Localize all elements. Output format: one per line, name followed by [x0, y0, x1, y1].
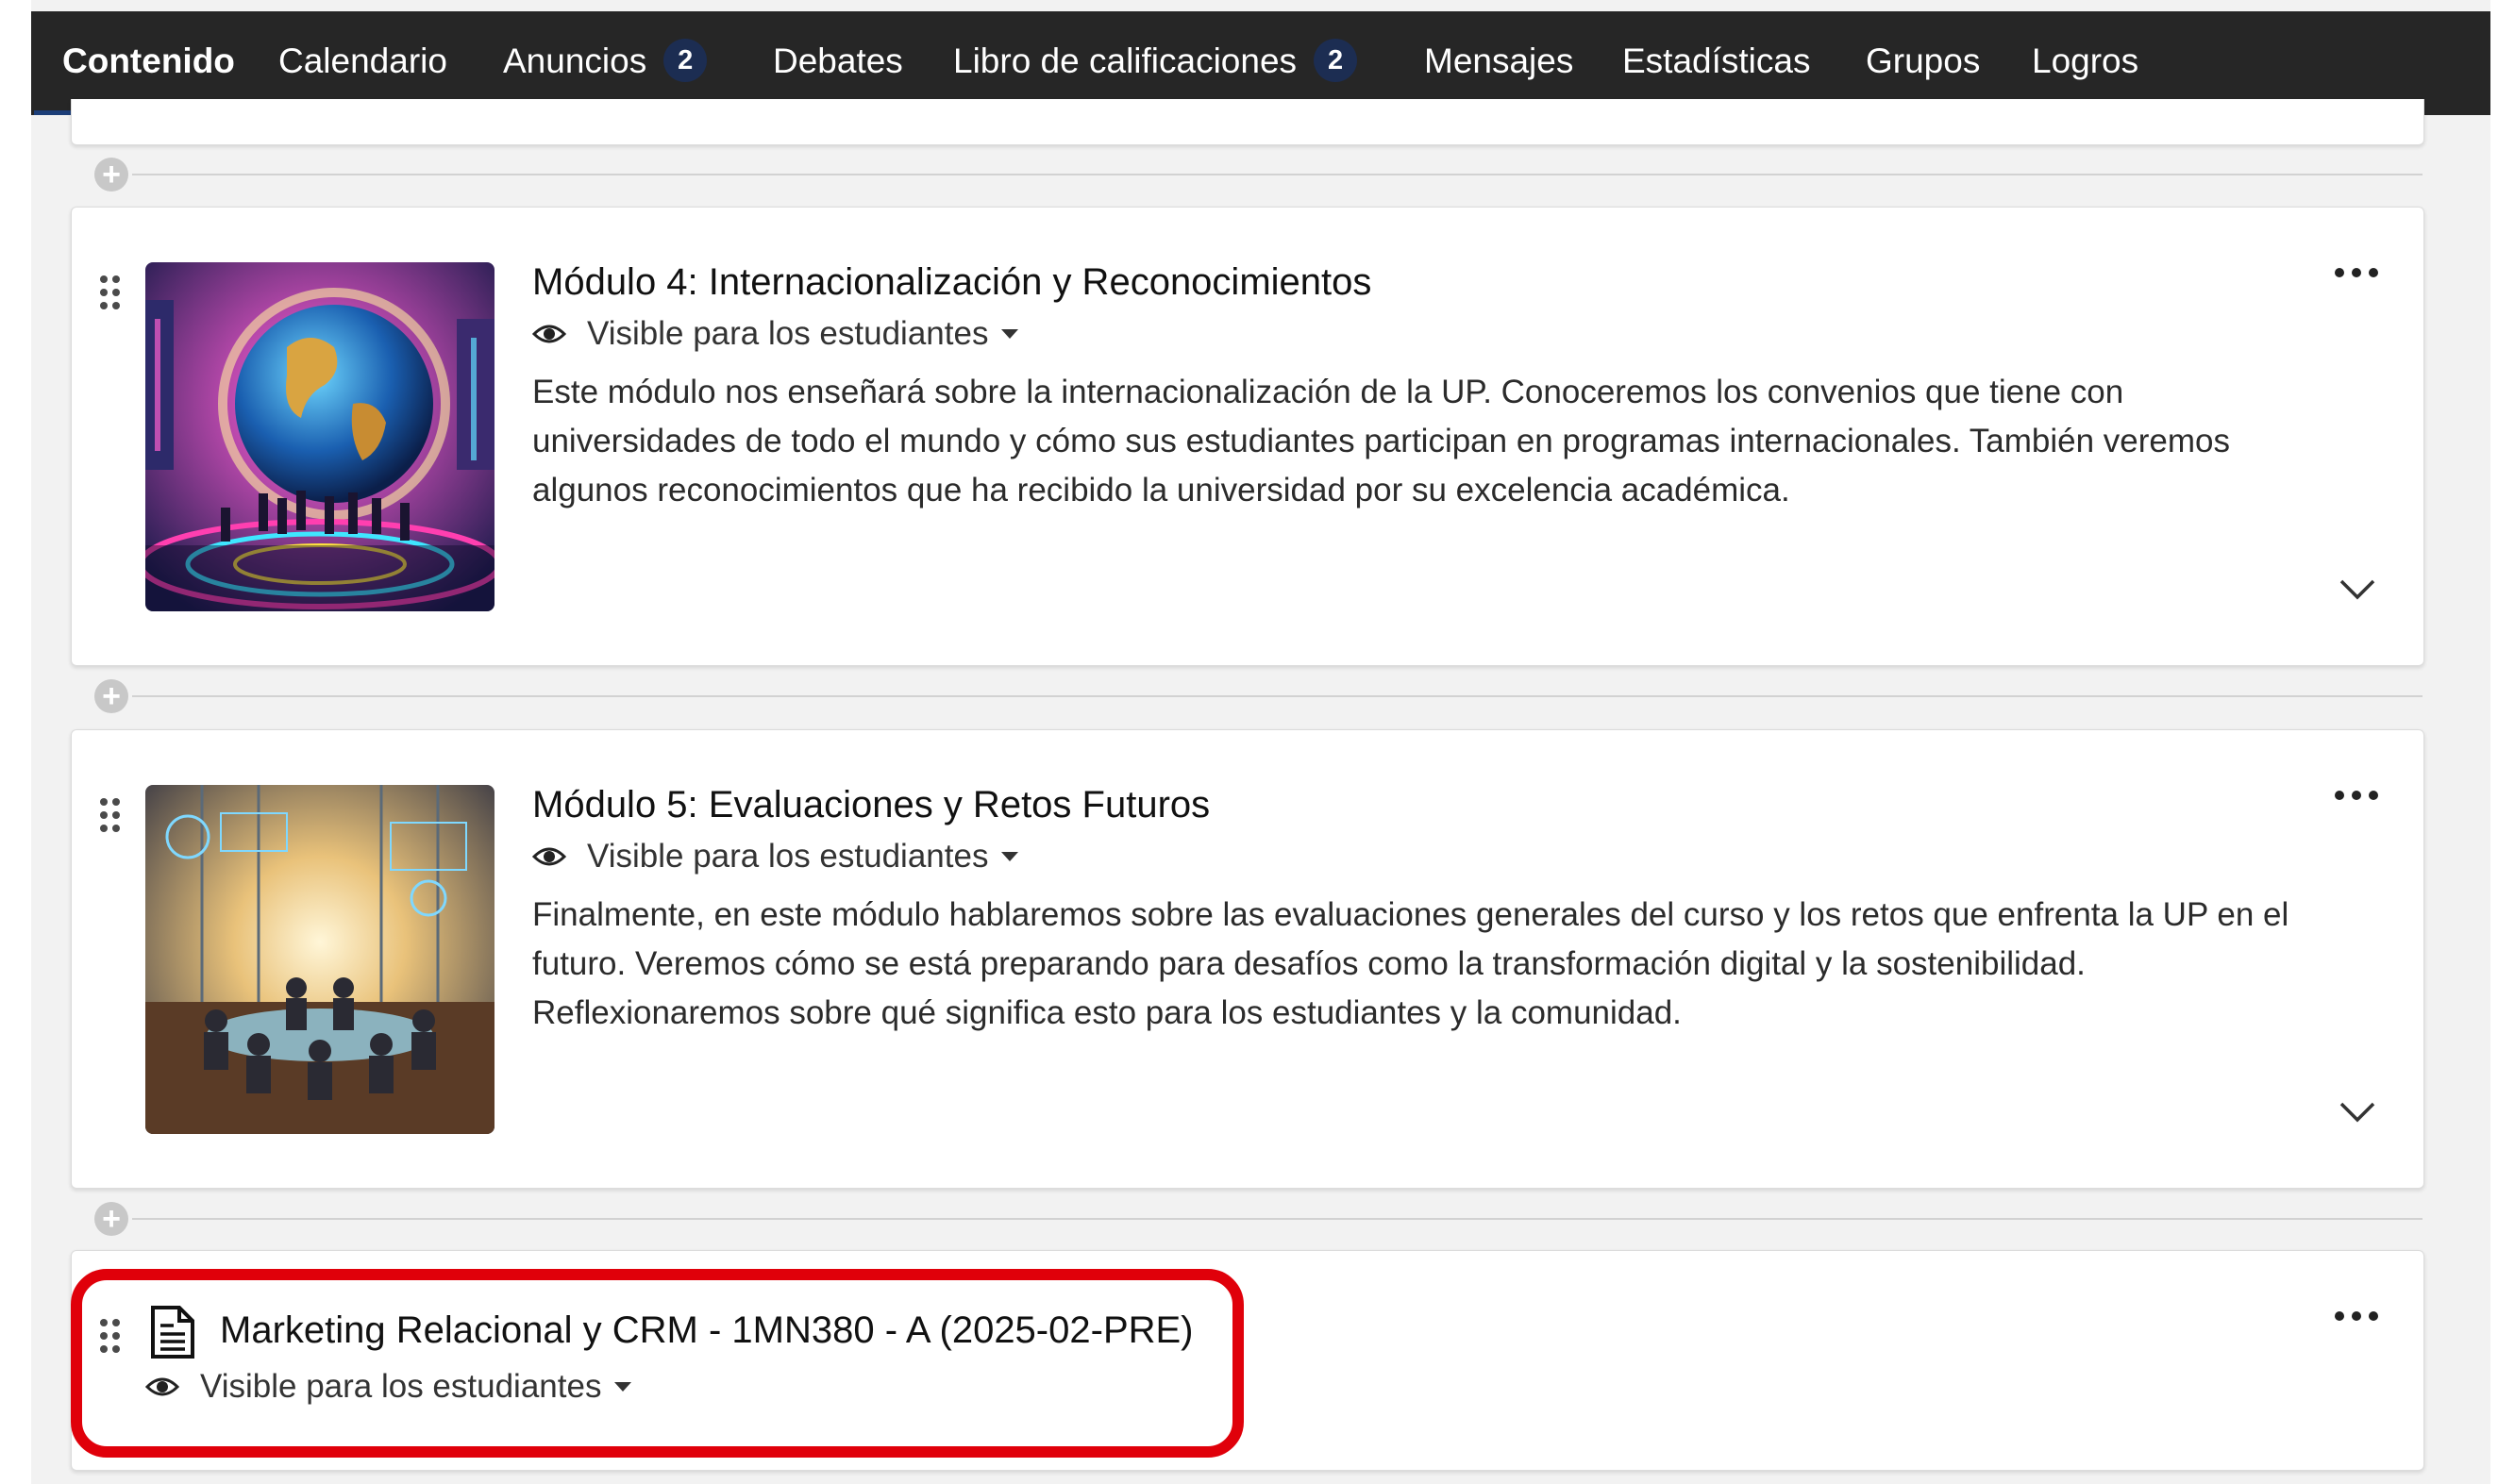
divider-line	[132, 174, 2423, 175]
plus-icon[interactable]: +	[94, 1202, 128, 1236]
tab-label: Estadísticas	[1622, 42, 1811, 80]
plus-icon[interactable]: +	[94, 679, 128, 713]
add-content-separator: +	[94, 154, 2423, 195]
module-description: Finalmente, en este módulo hablaremos so…	[532, 896, 2289, 1031]
visibility-label: Visible para los estudiantes	[587, 838, 989, 875]
chevron-down-icon[interactable]	[2339, 577, 2376, 602]
tab-label: Libro de calificaciones	[953, 42, 1298, 80]
drag-handle-icon[interactable]	[100, 275, 121, 311]
module-title[interactable]: Módulo 4: Internacionalización y Reconoc…	[532, 261, 1371, 304]
caret-down-icon	[1001, 329, 1019, 339]
module-description: Este módulo nos enseñará sobre la intern…	[532, 374, 2230, 509]
visibility-dropdown[interactable]: Visible para los estudiantes	[532, 315, 1019, 353]
more-options-icon[interactable]	[2335, 787, 2378, 802]
tab-label: Debates	[773, 42, 903, 80]
tab-label: Logros	[2032, 42, 2139, 80]
meeting-illustration	[145, 785, 495, 1134]
notification-badge: 2	[1314, 39, 1358, 83]
previous-module-card	[71, 99, 2424, 145]
eye-icon	[532, 325, 566, 343]
module-thumbnail[interactable]	[145, 262, 495, 611]
module-card: Módulo 5: Evaluaciones y Retos Futuros V…	[71, 729, 2424, 1189]
divider-line	[132, 1218, 2423, 1220]
plus-icon[interactable]: +	[94, 158, 128, 192]
visibility-dropdown[interactable]: Visible para los estudiantes	[532, 838, 1019, 875]
tab-label: Mensajes	[1424, 42, 1574, 80]
tab-label: Contenido	[62, 42, 235, 80]
notification-badge: 2	[663, 39, 708, 83]
tab-label: Grupos	[1866, 42, 1981, 80]
more-options-icon[interactable]	[2335, 264, 2378, 279]
tab-label: Calendario	[278, 42, 447, 80]
module-card: Módulo 4: Internacionalización y Reconoc…	[71, 207, 2424, 666]
add-content-separator: +	[94, 675, 2423, 717]
add-content-separator: +	[94, 1198, 2423, 1240]
more-options-icon[interactable]	[2335, 1308, 2378, 1323]
module-title[interactable]: Módulo 5: Evaluaciones y Retos Futuros	[532, 784, 1210, 826]
caret-down-icon	[1001, 852, 1019, 861]
visibility-label: Visible para los estudiantes	[587, 315, 989, 352]
globe-illustration	[145, 262, 495, 611]
chevron-down-icon[interactable]	[2339, 1100, 2376, 1125]
highlight-box	[71, 1269, 1244, 1458]
tab-label: Anuncios	[503, 42, 647, 80]
divider-line	[132, 695, 2423, 697]
eye-icon	[532, 847, 566, 866]
drag-handle-icon[interactable]	[100, 798, 121, 834]
module-thumbnail[interactable]	[145, 785, 495, 1134]
